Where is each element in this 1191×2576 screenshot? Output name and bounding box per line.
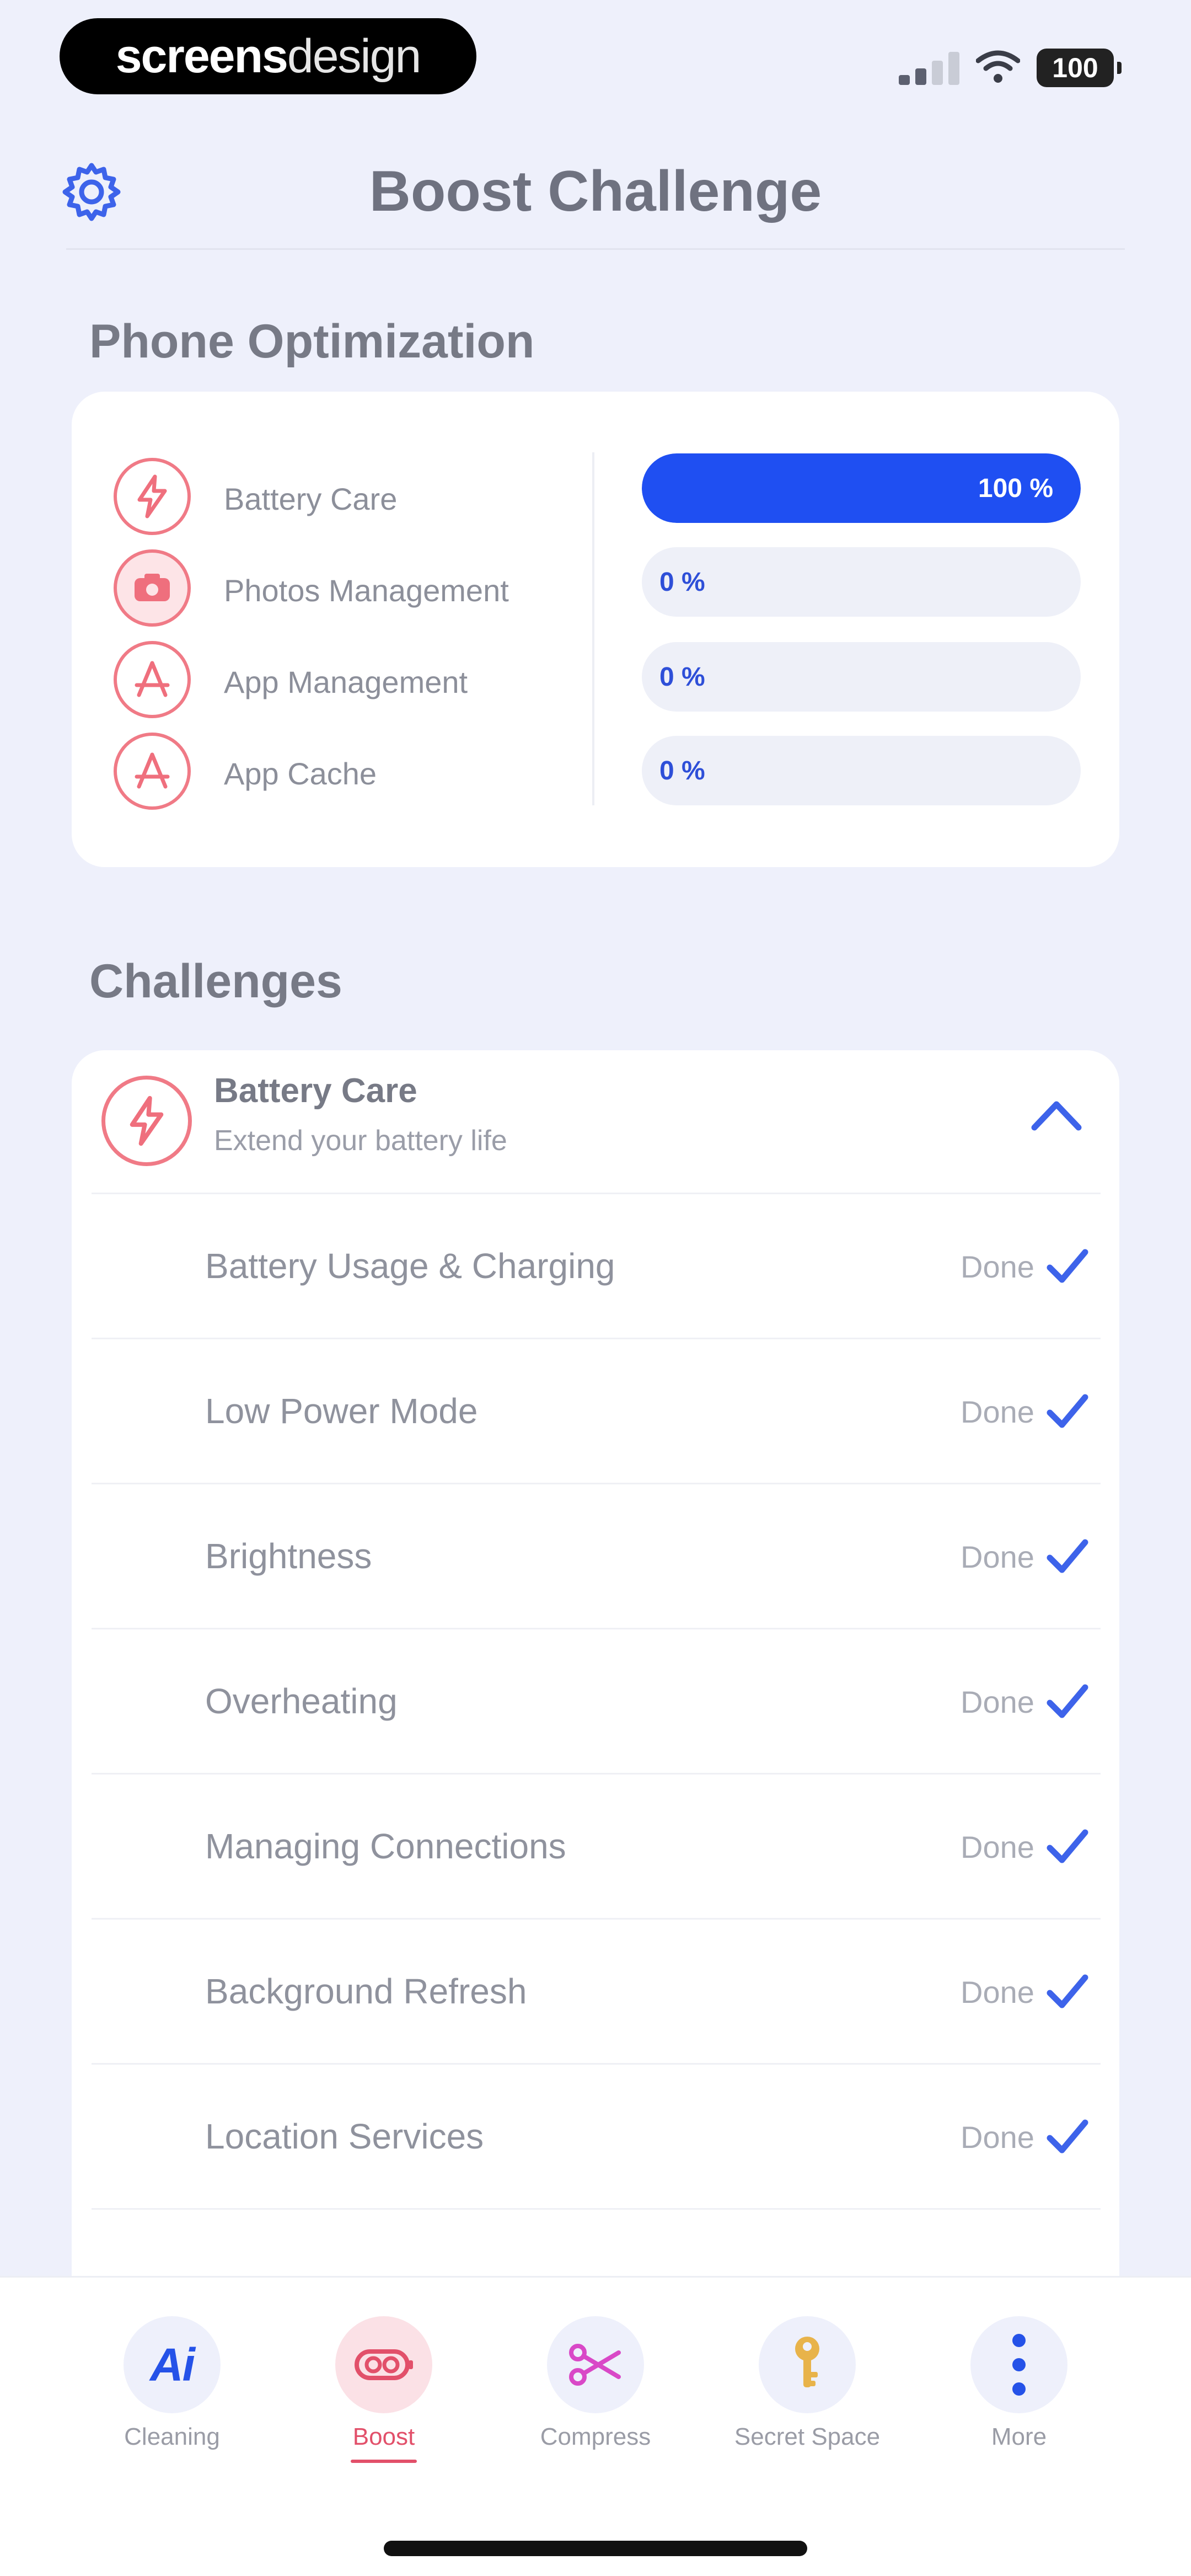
optimization-item-photos-management[interactable]: Photos Management bbox=[114, 549, 610, 627]
tab-label: Cleaning bbox=[124, 2423, 220, 2450]
challenge-item-location-services[interactable]: Location Services Done bbox=[72, 2063, 1119, 2208]
optimization-item-label: App Cache bbox=[224, 756, 377, 791]
battery-care-progress-bar: 100 % bbox=[642, 453, 1081, 523]
scissors-icon bbox=[547, 2316, 644, 2413]
brand-text-light: design bbox=[287, 29, 421, 83]
battery-level: 100 bbox=[1052, 52, 1098, 83]
optimization-item-label: Photos Management bbox=[224, 573, 509, 608]
tab-compress[interactable]: Compress bbox=[502, 2316, 689, 2482]
progress-percent: 0 % bbox=[659, 756, 705, 785]
checkmark-icon bbox=[1047, 1249, 1088, 1283]
challenge-item-status: Done bbox=[961, 1685, 1034, 1719]
checkmark-icon bbox=[1047, 2119, 1088, 2153]
optimization-item-battery-care[interactable]: Battery Care bbox=[114, 458, 610, 535]
tab-cleaning[interactable]: Ai Cleaning bbox=[78, 2316, 266, 2482]
app-management-progress-bar: 0 % bbox=[642, 642, 1081, 712]
app-store-icon bbox=[114, 641, 191, 718]
cellular-signal-icon bbox=[899, 51, 959, 85]
challenge-item-low-power-mode[interactable]: Low Power Mode Done bbox=[72, 1338, 1119, 1483]
optimization-item-label: Battery Care bbox=[224, 482, 398, 516]
challenge-item-status: Done bbox=[961, 1540, 1034, 1574]
challenge-item-status: Done bbox=[961, 1830, 1034, 1864]
challenge-item-background-refresh[interactable]: Background Refresh Done bbox=[72, 1918, 1119, 2063]
page-title: Boost Challenge bbox=[369, 159, 822, 223]
checkmark-icon bbox=[1047, 1974, 1088, 2008]
optimization-card: Battery Care Photos Management App Manag… bbox=[72, 392, 1119, 867]
challenge-item-status: Done bbox=[961, 1394, 1034, 1429]
challenges-section-title: Challenges bbox=[89, 955, 342, 1008]
optimization-section-title: Phone Optimization bbox=[89, 315, 535, 368]
brand-text-bold: screens bbox=[115, 29, 288, 83]
ai-icon: Ai bbox=[124, 2316, 221, 2413]
photo-icon bbox=[114, 549, 191, 627]
battery-indicator: 100 bbox=[1037, 49, 1122, 87]
challenge-item-status: Done bbox=[961, 1249, 1034, 1284]
challenge-item-label: Location Services bbox=[205, 2117, 484, 2156]
status-bar: screens design 100 bbox=[0, 0, 1191, 116]
bottom-tab-bar: Ai Cleaning Boost Compress Secret Space bbox=[0, 2276, 1191, 2576]
optimization-item-label: App Management bbox=[224, 665, 468, 699]
challenge-item-label: Overheating bbox=[205, 1681, 398, 1721]
home-indicator[interactable] bbox=[384, 2541, 807, 2556]
challenge-item-label: Battery Usage & Charging bbox=[205, 1246, 615, 1286]
checkmark-icon bbox=[1047, 1394, 1088, 1428]
challenge-group-title: Battery Care bbox=[214, 1072, 417, 1110]
tab-label: Secret Space bbox=[734, 2423, 881, 2450]
challenge-item-overheating[interactable]: Overheating Done bbox=[72, 1628, 1119, 1773]
challenge-item-label: Brightness bbox=[205, 1536, 372, 1576]
progress-percent: 0 % bbox=[659, 568, 705, 597]
checkmark-icon bbox=[1047, 1829, 1088, 1863]
chevron-up-icon[interactable] bbox=[1029, 1095, 1084, 1134]
progress-percent: 100 % bbox=[978, 474, 1053, 503]
battery-boost-icon bbox=[335, 2316, 432, 2413]
progress-percent: 0 % bbox=[659, 662, 705, 692]
challenge-item-label: Low Power Mode bbox=[205, 1391, 478, 1431]
header: Boost Challenge bbox=[0, 132, 1191, 254]
challenge-item-brightness[interactable]: Brightness Done bbox=[72, 1483, 1119, 1628]
brand-watermark: screens design bbox=[60, 18, 476, 94]
tab-boost[interactable]: Boost bbox=[290, 2316, 478, 2482]
checkmark-icon bbox=[1047, 1539, 1088, 1573]
tab-label: Boost bbox=[352, 2423, 415, 2450]
challenge-item-status: Done bbox=[961, 1975, 1034, 2010]
photos-management-progress-bar: 0 % bbox=[642, 547, 1081, 617]
app-store-icon bbox=[114, 733, 191, 810]
optimization-item-app-cache[interactable]: App Cache bbox=[114, 733, 610, 810]
header-divider bbox=[66, 248, 1125, 250]
checkmark-icon bbox=[1047, 1684, 1088, 1718]
key-icon bbox=[759, 2316, 856, 2413]
tab-label: More bbox=[991, 2423, 1047, 2450]
lightning-icon bbox=[101, 1076, 192, 1166]
app-cache-progress-bar: 0 % bbox=[642, 736, 1081, 805]
challenge-item-managing-connections[interactable]: Managing Connections Done bbox=[72, 1773, 1119, 1918]
challenges-card: Battery Care Extend your battery life Ba… bbox=[72, 1050, 1119, 2319]
challenge-item-label: Background Refresh bbox=[205, 1971, 527, 2011]
ai-icon-glyph: Ai bbox=[150, 2338, 195, 2391]
active-tab-indicator bbox=[351, 2460, 417, 2463]
challenge-item-battery-usage[interactable]: Battery Usage & Charging Done bbox=[72, 1193, 1119, 1338]
challenge-item-status: Done bbox=[961, 2120, 1034, 2155]
challenge-group-header[interactable]: Battery Care Extend your battery life bbox=[72, 1050, 1119, 1193]
more-vertical-icon bbox=[970, 2316, 1067, 2413]
tab-more[interactable]: More bbox=[925, 2316, 1113, 2482]
optimization-item-app-management[interactable]: App Management bbox=[114, 641, 610, 718]
boost-challenge-screen: screensdesign 100 Boost Challenge Phone bbox=[0, 0, 1191, 2576]
tab-secret-space[interactable]: Secret Space bbox=[713, 2316, 901, 2482]
wifi-icon bbox=[976, 50, 1020, 83]
lightning-icon bbox=[114, 458, 191, 535]
challenge-item-label: Managing Connections bbox=[205, 1826, 566, 1866]
challenge-group-subtitle: Extend your battery life bbox=[214, 1125, 507, 1157]
tab-label: Compress bbox=[540, 2423, 651, 2450]
